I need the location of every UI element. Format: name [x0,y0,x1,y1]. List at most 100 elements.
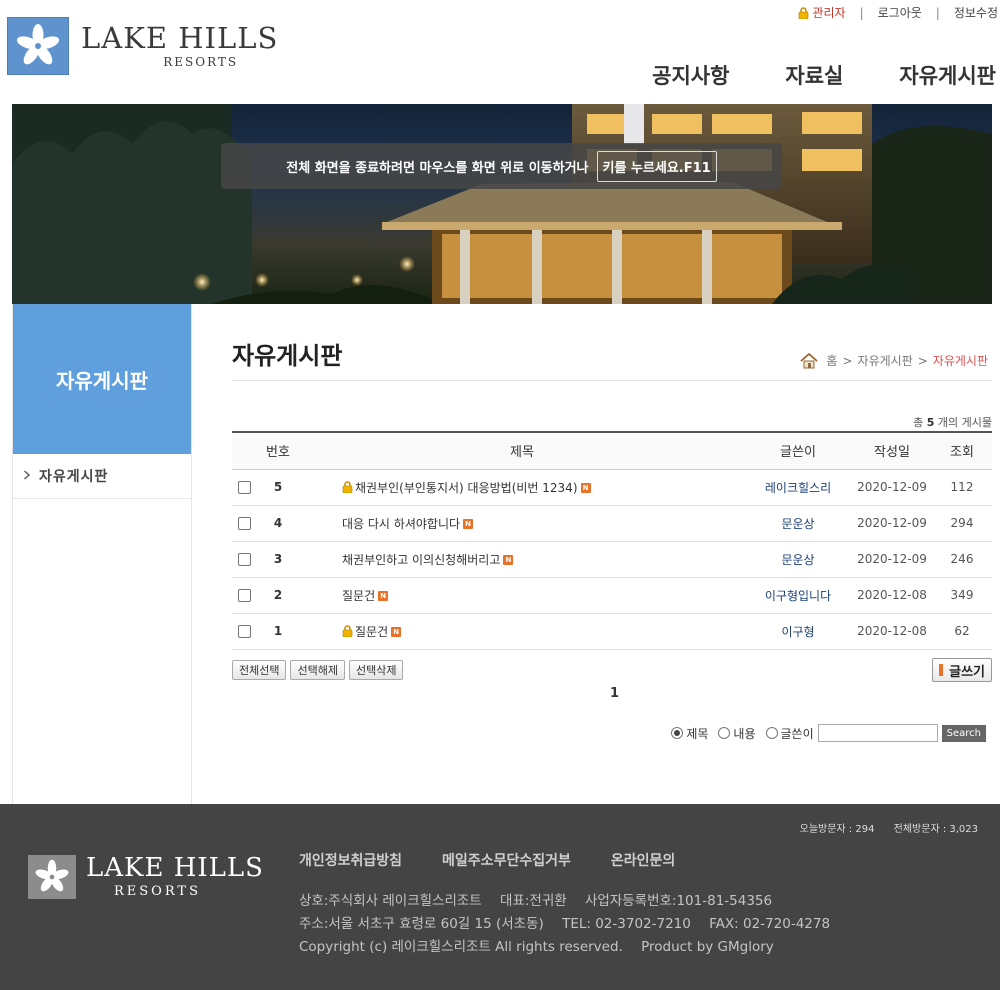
post-hits: 246 [932,541,992,578]
footer-link-inquiry[interactable]: 온라인문의 [611,850,675,870]
post-count-prefix: 총 [913,416,924,429]
table-row: 4 대응 다시 하셔야합니다 N 문운상 2020-12-09 294 [232,505,992,542]
write-post-label: 글쓰기 [949,664,985,680]
column-subject: 제목 [300,431,744,470]
footer: 오늘방문자 : 294 전체방문자 : 3,023 LAKE HILLS RES… [0,804,1000,990]
site-logo[interactable]: LAKE HILLS RESORTS [7,17,278,75]
search-option-subject-label[interactable]: 제목 [686,725,708,742]
company-info-line-3: Copyright (c) 레이크힐스리조트 All rights reserv… [299,936,830,959]
post-number: 3 [256,541,300,578]
footer-link-email-policy[interactable]: 메일주소무단수집거부 [442,850,571,870]
fullscreen-message: 전체 화면을 종료하려면 마우스를 화면 위로 이동하거나 [286,160,589,176]
row-checkbox[interactable] [232,505,256,542]
post-count-number: 5 [926,416,935,429]
table-row: 3 채권부인하고 이의신청해버리고 N 문운상 2020-12-09 246 [232,541,992,578]
company-name: 상호:주식회사 레이크힐스리조트 [299,893,482,909]
home-icon[interactable] [800,352,818,369]
breadcrumb-home[interactable]: 홈 [826,352,837,369]
post-number: 5 [256,469,300,506]
copyright: Copyright (c) 레이크힐스리조트 All rights reserv… [299,939,623,955]
column-writer: 글쓴이 [744,431,852,470]
divider: | [935,5,940,20]
visitors-today: 오늘방문자 : 294 [799,824,875,835]
sub-nav-item-free-board[interactable]: 자유게시판 [13,454,191,499]
logo-sub-text: RESORTS [163,55,239,69]
nav-free-board[interactable]: 자유게시판 [899,60,996,90]
flower-logo-icon [28,854,76,899]
divider: | [859,5,864,20]
post-subject-text[interactable]: 채권부인(부인통지서) 대응방법(비번 1234) [355,481,578,495]
table-row: 1 질문건 N 이구형 2020-12-08 62 [232,613,992,650]
post-subject-text[interactable]: 질문건 [342,589,375,603]
post-writer[interactable]: 문운상 [744,505,852,542]
table-row: 5 채권부인(부인통지서) 대응방법(비번 1234) N 레이크힐스리 2020-12… [232,469,992,506]
post-subject[interactable]: 채권부인(부인통지서) 대응방법(비번 1234) N [300,469,744,506]
company-biz-no: 사업자등록번호:101-81-54356 [584,893,773,909]
post-subject-text[interactable]: 대응 다시 하셔야합니다 [342,517,460,531]
sub-nav-item-label: 자유게시판 [39,469,109,485]
admin-link[interactable]: 관리자 [798,4,846,21]
breadcrumb: 홈 > 자유게시판 > 자유게시판 [800,352,988,369]
post-date: 2020-12-09 [852,505,932,542]
hero-banner: 전체 화면을 종료하려면 마우스를 화면 위로 이동하거나 키를 누르세요.F1… [12,104,992,304]
post-writer[interactable]: 이구형 [744,613,852,650]
new-badge-icon: N [463,519,474,529]
pagination-current-page[interactable]: 1 [610,686,619,701]
new-badge-icon: N [391,627,402,637]
row-checkbox[interactable] [232,469,256,506]
post-writer[interactable]: 문운상 [744,541,852,578]
post-hits: 62 [932,613,992,650]
delete-selected-button[interactable]: 선택삭제 [348,660,404,680]
row-checkbox[interactable] [232,577,256,614]
post-number: 1 [256,613,300,650]
post-subject[interactable]: 대응 다시 하셔야합니다 N [300,505,744,542]
footer-link-privacy[interactable]: 개인정보취급방침 [299,850,402,870]
search-button[interactable]: Search [941,724,986,742]
write-post-button[interactable]: 글쓰기 [932,658,992,682]
nav-archive[interactable]: 자료실 [785,60,843,90]
new-badge-icon: N [378,591,389,601]
list-actions: 전체선택 선택해제 선택삭제 [232,660,407,680]
column-num: 번호 [256,431,300,470]
post-count: 총 5 개의 게시물 [913,414,992,430]
nav-notice[interactable]: 공지사항 [652,60,729,90]
post-subject[interactable]: 채권부인하고 이의신청해버리고 N [300,541,744,578]
search-option-content-radio[interactable] [718,727,731,739]
post-subject-text[interactable]: 질문건 [355,625,388,639]
post-subject-text[interactable]: 채권부인하고 이의신청해버리고 [342,553,500,567]
title-divider [232,380,992,381]
search-option-subject-radio[interactable] [671,727,684,739]
utility-menu: 관리자 | 로그아웃 | 정보수정 [798,4,998,21]
board-content: 자유게시판 홈 > 자유게시판 > 자유게시판 총 5 개의 게시물 번호 제목… [232,304,992,804]
pencil-icon [939,664,944,676]
search-form: 제목 내용 글쓴이 Search [671,724,986,742]
post-list: 5 채권부인(부인통지서) 대응방법(비번 1234) N 레이크힐스리 2020-12… [232,469,992,650]
table-row: 2 질문건 N 이구형입니다 2020-12-08 349 [232,577,992,614]
row-checkbox[interactable] [232,541,256,578]
search-input[interactable] [817,724,938,742]
company-address: 주소:서울 서초구 효령로 60길 15 (서초동) [299,916,544,932]
breadcrumb-parent[interactable]: 자유게시판 [858,352,913,369]
profile-edit-link[interactable]: 정보수정 [954,4,998,21]
post-subject[interactable]: 질문건 N [300,613,744,650]
search-option-writer-label[interactable]: 글쓴이 [781,725,814,742]
logo-text: LAKE HILLS RESORTS [81,23,278,69]
deselect-button[interactable]: 선택해제 [290,660,345,680]
logout-link[interactable]: 로그아웃 [878,4,922,21]
post-date: 2020-12-09 [852,541,932,578]
post-hits: 112 [932,469,992,506]
search-option-content-label[interactable]: 내용 [733,725,755,742]
new-badge-icon: N [580,483,591,493]
select-all-button[interactable]: 전체선택 [232,660,287,680]
company-ceo: 대표:전귀환 [500,893,567,909]
post-count-suffix: 개의 게시물 [937,416,992,429]
column-date: 작성일 [852,431,932,470]
row-checkbox[interactable] [232,613,256,650]
search-option-writer-radio[interactable] [765,727,778,739]
post-subject[interactable]: 질문건 N [300,577,744,614]
post-writer[interactable]: 이구형입니다 [744,577,852,614]
lock-icon [342,624,353,640]
post-writer[interactable]: 레이크힐스리 [744,469,852,506]
post-hits: 294 [932,505,992,542]
post-table: 번호 제목 글쓴이 작성일 조회 5 채권부인(부인통지서) 대응방법(비번 12… [232,431,992,650]
